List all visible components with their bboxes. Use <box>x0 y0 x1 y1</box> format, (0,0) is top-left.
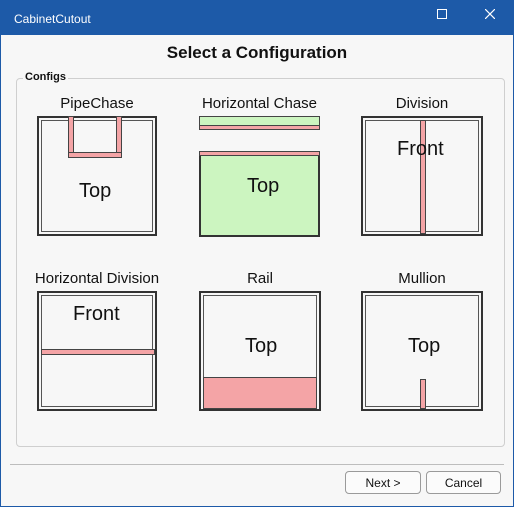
config-label: Rail <box>247 270 273 287</box>
horizontal-division-cutout <box>41 349 155 355</box>
chase-edge-bottom <box>199 151 320 156</box>
config-diagram: Front <box>37 291 157 411</box>
maximize-icon <box>437 9 447 19</box>
next-button[interactable]: Next > <box>345 471 421 494</box>
title-bar[interactable]: CabinetCutout <box>1 1 513 35</box>
view-label: Front <box>73 303 120 325</box>
config-rail[interactable]: Rail Top <box>199 270 321 412</box>
maximize-button[interactable] <box>419 1 465 27</box>
configs-group-label: Configs <box>23 71 68 83</box>
view-label: Top <box>245 335 278 357</box>
config-label: Division <box>395 95 449 112</box>
config-label: Mullion <box>398 270 446 287</box>
config-label: PipeChase <box>60 95 134 112</box>
pipechase-cutout-bottom <box>68 152 122 158</box>
view-label: Front <box>397 138 444 160</box>
config-diagram: Top <box>199 291 321 411</box>
window-title: CabinetCutout <box>14 12 91 26</box>
config-division[interactable]: Division Front <box>361 95 483 237</box>
close-icon <box>485 9 495 19</box>
cancel-button[interactable]: Cancel <box>426 471 501 494</box>
config-diagram: Top <box>37 116 157 236</box>
config-pipechase[interactable]: PipeChase Top <box>37 95 157 237</box>
config-label: Horizontal Chase <box>201 95 318 112</box>
config-diagram: Front <box>361 116 483 236</box>
config-horizontal-chase[interactable]: Horizontal Chase Top <box>197 95 322 237</box>
view-label: Top <box>79 180 112 202</box>
config-diagram: Top <box>199 151 320 237</box>
mullion-cutout <box>420 379 426 409</box>
dialog-window: CabinetCutout Select a Configuration Con… <box>0 0 514 507</box>
config-label: Horizontal Division <box>34 270 160 287</box>
view-label: Top <box>247 175 280 197</box>
view-label: Top <box>408 335 441 357</box>
close-button[interactable] <box>467 1 513 27</box>
footer-separator <box>10 464 504 465</box>
chase-edge-top <box>199 125 320 130</box>
config-diagram: Top <box>361 291 483 411</box>
rail-cutout <box>203 377 317 409</box>
diagram-inner-border <box>41 120 153 232</box>
config-horizontal-division[interactable]: Horizontal Division Front <box>35 270 159 412</box>
config-mullion[interactable]: Mullion Top <box>361 270 483 412</box>
page-title: Select a Configuration <box>166 43 348 62</box>
